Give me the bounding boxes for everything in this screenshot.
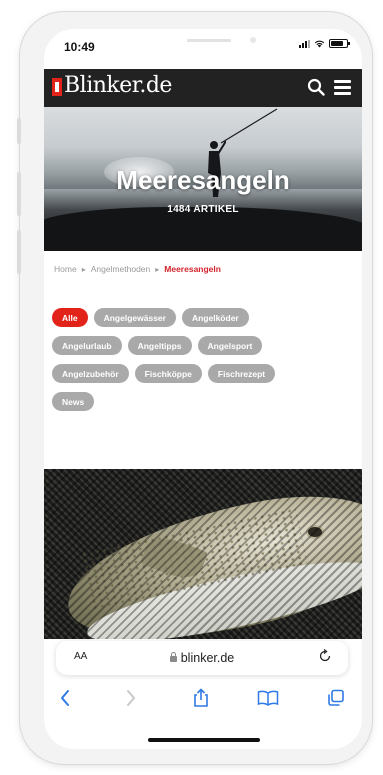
reload-icon[interactable] [318,649,332,663]
breadcrumb-separator-icon: ▸ [155,264,160,274]
volume-down-button [17,230,21,274]
home-indicator[interactable] [148,738,260,742]
safari-toolbar [44,679,362,719]
battery-icon [329,39,350,48]
chevron-right-icon[interactable] [120,687,142,709]
chip-fischrezept[interactable]: Fischrezept [207,364,276,383]
category-filter: Alle Angelgewässer Angelköder Angelurlau… [52,308,352,420]
logo-text: Blinker.de [64,73,172,98]
site-header: Blinker.de [44,69,362,107]
url-text: blinker.de [180,651,235,665]
breadcrumb-separator-icon: ▸ [81,264,86,274]
phone-screen: 10:49 Blinker.de Meeresangeln 1484 ARTIK… [44,29,362,749]
breadcrumb-current: Meeresangeln [164,264,221,274]
breadcrumb: Home ▸ Angelmethoden ▸ Meeresangeln [54,264,221,274]
status-bar: 10:49 [44,29,362,69]
landing-net-texture [44,469,362,639]
chip-row: Alle Angelgewässer Angelköder [52,308,352,327]
breadcrumb-angelmethoden[interactable]: Angelmethoden [91,264,151,274]
chip-news[interactable]: News [52,392,95,411]
book-icon[interactable] [257,687,279,709]
logo-mark-icon [52,77,62,96]
chip-angeltipps[interactable]: Angeltipps [127,336,192,355]
url-field[interactable]: blinker.de [56,651,348,665]
chip-fischkoeppe[interactable]: Fischköppe [134,364,202,383]
share-icon[interactable] [190,687,212,709]
chip-angelurlaub[interactable]: Angelurlaub [52,336,122,355]
search-icon[interactable] [307,78,325,96]
wifi-icon [314,40,325,48]
status-time: 10:49 [64,40,95,54]
status-icons [299,39,350,48]
front-camera [250,37,256,43]
chip-angelzubehoer[interactable]: Angelzubehör [52,364,129,383]
page-title: Meeresangeln [116,165,290,195]
chevron-left-icon[interactable] [54,687,76,709]
chip-row: Angelzubehör Fischköppe Fischrezept [52,364,352,383]
breadcrumb-home[interactable]: Home [54,264,77,274]
cellular-signal-icon [299,39,310,48]
chip-angelsport[interactable]: Angelsport [197,336,263,355]
volume-up-button [17,172,21,216]
fishing-rod [220,108,278,144]
chip-angelkoeder[interactable]: Angelköder [181,308,249,327]
safari-address-bar[interactable]: AA blinker.de [56,641,348,675]
chip-alle[interactable]: Alle [52,308,88,327]
chip-angelgewaesser[interactable]: Angelgewässer [93,308,176,327]
lock-icon [169,652,177,662]
chip-row: News [52,392,352,411]
chip-row: Angelurlaub Angeltipps Angelsport [52,336,352,355]
tabs-icon[interactable] [325,687,347,709]
speaker-grille [187,39,231,42]
article-count: 1484 ARTIKEL [167,204,239,215]
site-logo[interactable]: Blinker.de [52,73,172,98]
article-teaser-image[interactable] [44,469,362,639]
hero-banner: Meeresangeln 1484 ARTIKEL [44,107,362,251]
mute-switch [17,118,21,144]
hamburger-menu-icon[interactable] [334,80,351,95]
